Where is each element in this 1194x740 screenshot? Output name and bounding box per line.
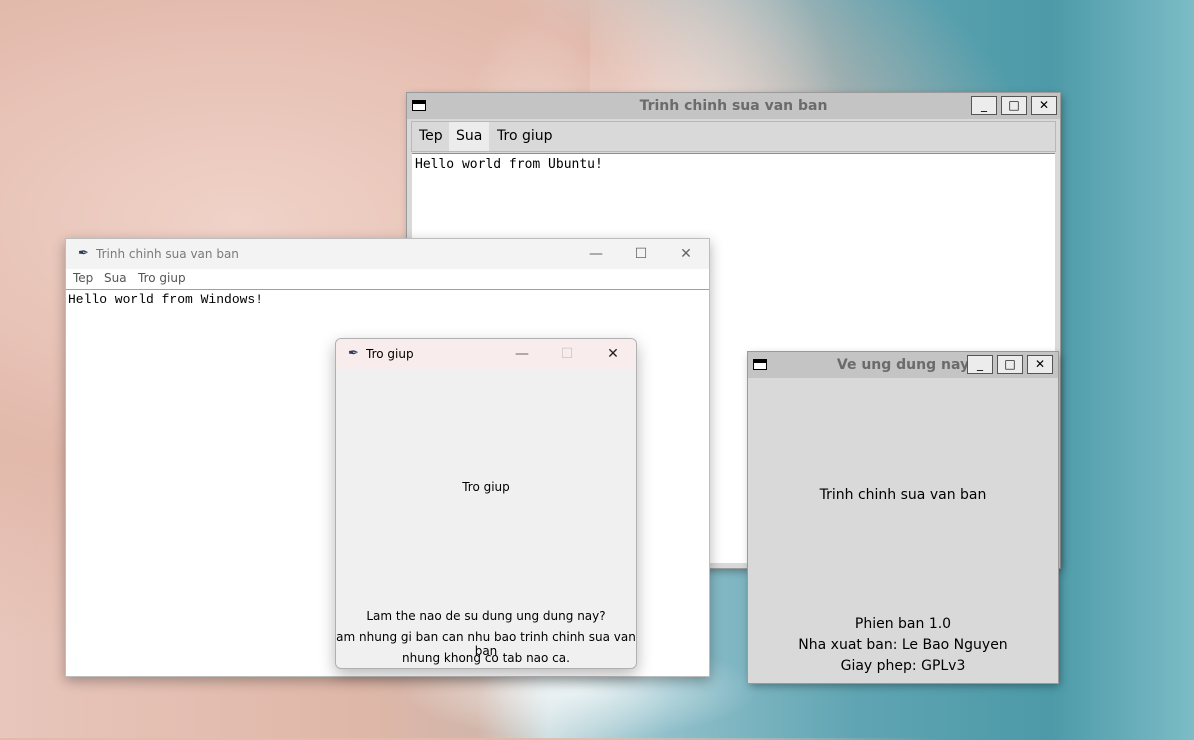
help-line: nhung khong co tab nao ca. xyxy=(402,651,570,665)
about-publisher: Nha xuat ban: Le Bao Nguyen xyxy=(798,637,1008,653)
close-icon[interactable]: ✕ xyxy=(1027,355,1053,374)
about-version: Phien ban 1.0 xyxy=(854,616,952,632)
menu-file[interactable]: Tep xyxy=(73,271,93,285)
feather-icon: ✒ xyxy=(348,346,359,361)
menu-file[interactable]: Tep xyxy=(412,122,450,151)
maximize-icon[interactable]: □ xyxy=(997,355,1023,374)
maximize-icon: ☐ xyxy=(560,346,574,362)
close-icon[interactable]: ✕ xyxy=(1031,96,1057,115)
minimize-icon[interactable]: — xyxy=(512,345,532,363)
feather-icon: ✒ xyxy=(78,246,89,261)
close-icon[interactable]: ✕ xyxy=(603,345,623,363)
close-icon[interactable]: ✕ xyxy=(676,245,696,263)
menu-bar: Tep Sua Tro giup xyxy=(66,269,709,290)
text-content: Hello world from Windows! xyxy=(68,292,264,307)
help-dialog: ✒ Tro giup — ☐ ✕ Tro giup Lam the nao de… xyxy=(335,338,637,669)
text-content: Hello world from Ubuntu! xyxy=(415,157,603,172)
window-title: Trinh chinh sua van ban xyxy=(96,247,239,261)
menu-help[interactable]: Tro giup xyxy=(138,271,186,285)
menu-bar: Tep Sua Tro giup xyxy=(411,121,1056,152)
about-dialog: Ve ung dung nay _ □ ✕ Trinh chinh sua va… xyxy=(748,352,1058,683)
minimize-icon[interactable]: _ xyxy=(967,355,993,374)
about-license: Giay phep: GPLv3 xyxy=(840,658,966,674)
title-bar[interactable]: ✒ Tro giup — ☐ ✕ xyxy=(336,339,636,369)
about-app-name: Trinh chinh sua van ban xyxy=(819,487,987,503)
window-title: Trinh chinh sua van ban xyxy=(639,98,828,114)
title-bar[interactable]: Ve ung dung nay _ □ ✕ xyxy=(748,352,1058,378)
window-title: Tro giup xyxy=(366,347,414,361)
maximize-icon[interactable]: □ xyxy=(1001,96,1027,115)
help-line: Lam the nao de su dung ung dung nay? xyxy=(366,609,606,623)
title-bar[interactable]: Trinh chinh sua van ban _ □ ✕ xyxy=(407,93,1060,119)
title-bar[interactable]: ✒ Trinh chinh sua van ban — ☐ ✕ xyxy=(66,239,709,269)
menu-edit[interactable]: Sua xyxy=(449,122,490,151)
help-heading: Tro giup xyxy=(462,480,510,494)
menu-help[interactable]: Tro giup xyxy=(490,122,560,151)
menu-edit[interactable]: Sua xyxy=(104,271,127,285)
minimize-icon[interactable]: _ xyxy=(971,96,997,115)
maximize-icon[interactable]: ☐ xyxy=(631,245,651,263)
dialog-body: Trinh chinh sua van ban Phien ban 1.0 Nh… xyxy=(753,379,1053,678)
minimize-icon[interactable]: — xyxy=(586,245,606,263)
